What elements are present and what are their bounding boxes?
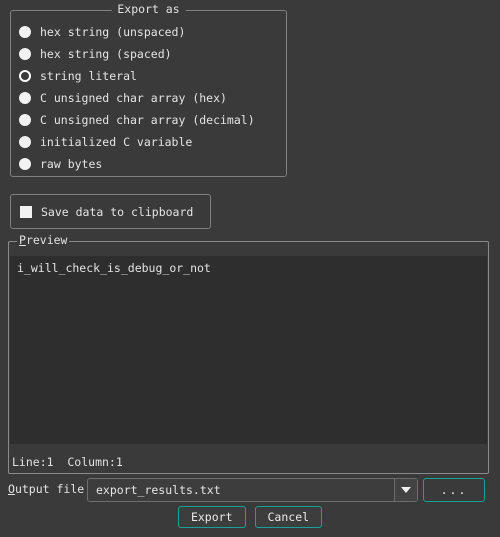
radio-option-c-unsigned-char-array-decimal[interactable]: C unsigned char array (decimal) xyxy=(19,109,282,131)
radio-icon[interactable] xyxy=(19,114,31,126)
radio-option-hex-string-unspaced[interactable]: hex string (unspaced) xyxy=(19,21,282,43)
output-file-dropdown-button[interactable] xyxy=(394,479,417,501)
preview-textarea[interactable]: i_will_check_is_debug_or_not xyxy=(10,256,487,444)
output-file-input[interactable]: export_results.txt xyxy=(88,483,394,497)
radio-icon[interactable] xyxy=(19,92,31,104)
radio-option-hex-string-spaced[interactable]: hex string (spaced) xyxy=(19,43,282,65)
radio-option-string-literal[interactable]: string literal xyxy=(19,65,282,87)
dialog-button-bar: Export Cancel xyxy=(0,506,500,528)
preview-groupbox: Preview i_will_check_is_debug_or_not Lin… xyxy=(8,234,489,474)
radio-option-initialized-c-variable[interactable]: initialized C variable xyxy=(19,131,282,153)
preview-groupbox-title: Preview xyxy=(17,233,70,247)
output-file-combobox[interactable]: export_results.txt xyxy=(87,478,418,502)
save-to-clipboard-frame[interactable]: Save data to clipboard xyxy=(10,194,211,229)
preview-title-rest: review xyxy=(25,233,68,247)
export-format-radio-group: hex string (unspaced) hex string (spaced… xyxy=(19,21,282,175)
output-file-label-mnemonic: O xyxy=(8,482,15,496)
radio-option-label: C unsigned char array (hex) xyxy=(40,91,227,105)
radio-option-raw-bytes[interactable]: raw bytes xyxy=(19,153,282,175)
export-as-groupbox-title: Export as xyxy=(111,3,186,16)
radio-option-label: string literal xyxy=(40,69,137,83)
radio-option-label: raw bytes xyxy=(40,157,103,171)
radio-icon-selected[interactable] xyxy=(19,70,31,82)
preview-status-bar: Line:1 Column:1 xyxy=(12,455,123,469)
radio-icon[interactable] xyxy=(19,26,31,38)
radio-option-c-unsigned-char-array-hex[interactable]: C unsigned char array (hex) xyxy=(19,87,282,109)
browse-file-button[interactable]: ... xyxy=(423,478,485,502)
export-as-groupbox: Export as hex string (unspaced) hex stri… xyxy=(10,3,287,177)
cancel-button[interactable]: Cancel xyxy=(254,506,323,528)
radio-icon[interactable] xyxy=(19,48,31,60)
radio-icon[interactable] xyxy=(19,136,31,148)
radio-option-label: initialized C variable xyxy=(40,135,193,149)
save-to-clipboard-label: Save data to clipboard xyxy=(41,204,194,219)
preview-title-mnemonic: P xyxy=(19,233,26,247)
radio-option-label: hex string (spaced) xyxy=(40,47,172,61)
output-file-label: Output file xyxy=(8,482,84,496)
chevron-down-icon xyxy=(401,487,411,493)
output-file-label-rest: utput file xyxy=(14,482,85,496)
output-file-row: Output file export_results.txt ... xyxy=(8,478,492,502)
export-button[interactable]: Export xyxy=(177,506,246,528)
preview-text-line: i_will_check_is_debug_or_not xyxy=(17,261,211,275)
radio-option-label: hex string (unspaced) xyxy=(40,25,186,39)
radio-option-label: C unsigned char array (decimal) xyxy=(40,113,255,127)
radio-icon[interactable] xyxy=(19,158,31,170)
checkbox-icon[interactable] xyxy=(20,205,32,218)
